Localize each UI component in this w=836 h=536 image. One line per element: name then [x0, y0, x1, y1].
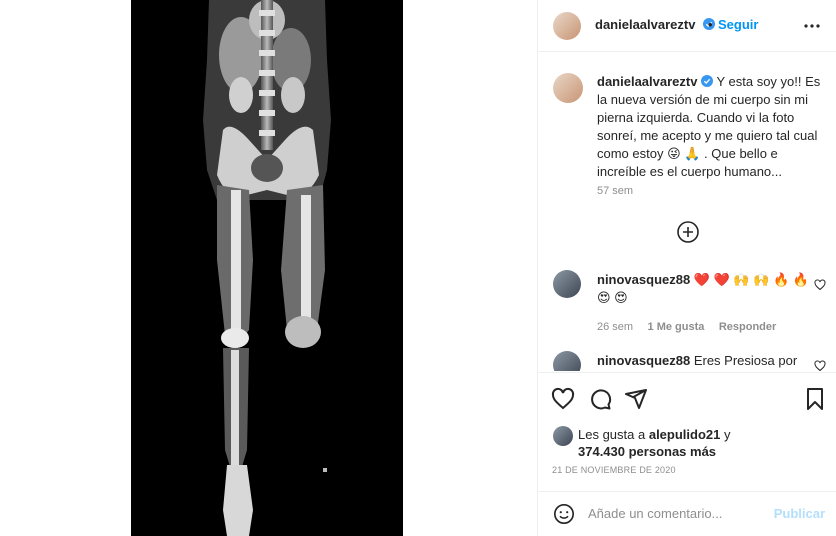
likes-prefix: Les gusta a [578, 427, 646, 442]
ct-scan-illustration [203, 0, 331, 536]
reply-button[interactable]: Responder [719, 321, 776, 333]
comment-like-heart-icon[interactable] [814, 279, 826, 291]
bookmark-icon[interactable] [803, 387, 827, 411]
comment-meta: 26 sem 1 Me gusta Responder [597, 317, 776, 335]
post-date[interactable]: 21 DE NOVIEMBRE DE 2020 [552, 465, 676, 475]
emoji-icon[interactable] [553, 503, 575, 525]
send-icon[interactable] [624, 387, 648, 411]
comments-section: danielaalvareztv Y esta soy yo!! Es la n… [538, 53, 836, 371]
publish-button[interactable]: Publicar [774, 506, 825, 521]
caption-author-username[interactable]: danielaalvareztv [597, 74, 697, 89]
caption-text: Y esta soy yo!! Es la nueva versión de m… [597, 74, 821, 179]
comment-text: Eres Presiosa por [693, 353, 798, 368]
likes-count[interactable]: 374.430 personas más [578, 444, 716, 459]
author-avatar[interactable] [553, 12, 581, 40]
comment-icon[interactable] [588, 387, 612, 411]
post-details-panel: danielaalvareztv • Seguir danielaalvarez… [537, 0, 836, 536]
caption-time[interactable]: 57 sem [597, 185, 633, 197]
likes-connector: y [724, 427, 731, 442]
verified-badge-icon [701, 75, 714, 87]
post-media [0, 0, 537, 536]
likes-summary: Les gusta a alepulido21 y 374.430 person… [578, 426, 768, 460]
comment-item: ninovasquez88 Eres Presiosa por [597, 352, 809, 370]
ct-scan-image [131, 0, 403, 536]
comment-likes[interactable]: 1 Me gusta [648, 321, 705, 333]
commenter-avatar[interactable] [553, 270, 581, 298]
commenter-avatar[interactable] [553, 351, 581, 371]
comment-like-heart-icon[interactable] [814, 360, 826, 371]
header-dot: • [708, 17, 713, 32]
add-comment-bar: Publicar [538, 491, 836, 536]
caption-author-avatar[interactable] [553, 73, 583, 103]
liker-username[interactable]: alepulido21 [649, 427, 721, 442]
post-header: danielaalvareztv • Seguir [538, 0, 836, 52]
commenter-username[interactable]: ninovasquez88 [597, 272, 690, 287]
comment-item: ninovasquez88 ❤️ ❤️ 🙌 🙌 🔥 🔥 😍 😍 [597, 271, 809, 307]
comment-time[interactable]: 26 sem [597, 321, 633, 333]
heart-icon[interactable] [551, 387, 575, 411]
commenter-username[interactable]: ninovasquez88 [597, 353, 690, 368]
author-username[interactable]: danielaalvareztv [595, 17, 695, 32]
post-actions: Les gusta a alepulido21 y 374.430 person… [538, 372, 836, 492]
plus-circle-icon[interactable] [677, 221, 699, 243]
more-horizontal-icon[interactable] [802, 16, 822, 36]
caption: danielaalvareztv Y esta soy yo!! Es la n… [597, 73, 827, 181]
comment-input[interactable] [588, 506, 768, 521]
liker-avatar[interactable] [553, 426, 573, 446]
follow-button[interactable]: Seguir [718, 17, 758, 32]
